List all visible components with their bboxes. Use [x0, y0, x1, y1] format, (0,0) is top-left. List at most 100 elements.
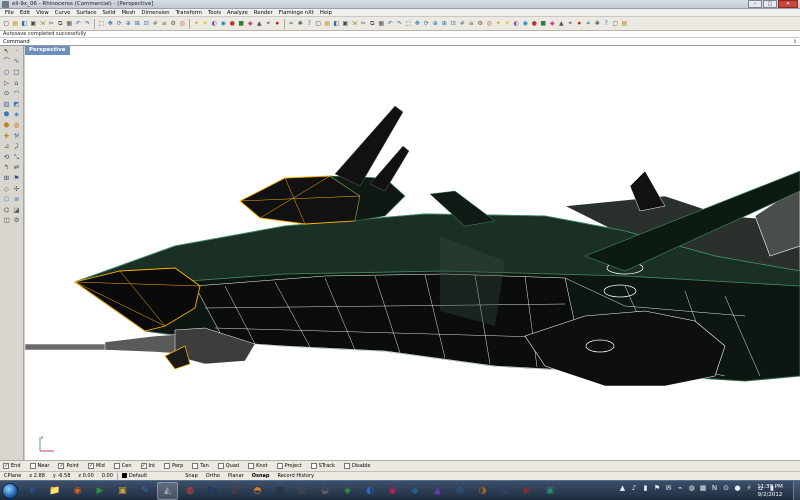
osnap-checkbox[interactable]: [164, 463, 171, 469]
tool-23-icon[interactable]: ⇄: [12, 163, 21, 172]
import-icon[interactable]: ⇲: [38, 19, 47, 28]
extra24-icon[interactable]: ◉: [521, 19, 530, 28]
tool-0-icon[interactable]: ↖: [2, 47, 11, 56]
osnap-checkbox[interactable]: [310, 463, 317, 469]
maximize-button[interactable]: □: [763, 0, 777, 8]
extra7-icon[interactable]: ⧉: [368, 19, 377, 28]
tool-33-icon[interactable]: ⚙: [12, 216, 21, 225]
taskbar-app15-icon[interactable]: ◈: [337, 482, 358, 500]
taskbar-app20-icon[interactable]: ◎: [450, 482, 471, 500]
taskbar-folder-icon[interactable]: ▣: [112, 482, 133, 500]
osnap-cen[interactable]: Cen: [113, 463, 132, 469]
cube-icon[interactable]: ■: [237, 19, 246, 28]
viewport-tab-perspective[interactable]: Perspective: [25, 46, 70, 55]
tool-18-icon[interactable]: ⊿: [2, 142, 11, 151]
tool-19-icon[interactable]: ⤸: [12, 142, 21, 151]
extra4-icon[interactable]: ▣: [341, 19, 350, 28]
taskbar-app18-icon[interactable]: ◆: [405, 482, 426, 500]
extra25-icon[interactable]: ●: [530, 19, 539, 28]
tool-30-icon[interactable]: ⌬: [2, 206, 11, 215]
save-icon[interactable]: ◧: [20, 19, 29, 28]
taskbar-app22-icon[interactable]: ▦: [495, 482, 516, 500]
extra19-icon[interactable]: ⚙: [476, 19, 485, 28]
osnap-strack[interactable]: STrack: [310, 463, 335, 469]
menu-help[interactable]: Help: [317, 10, 335, 16]
osnap-tan[interactable]: Tan: [192, 463, 209, 469]
cut-icon[interactable]: ✂: [47, 19, 56, 28]
extra20-icon[interactable]: ◎: [485, 19, 494, 28]
new-icon[interactable]: ▢: [2, 19, 11, 28]
mesh-icon[interactable]: ⌗: [287, 19, 296, 28]
menu-flamingo[interactable]: Flamingo nXt: [276, 10, 317, 16]
taskbar-app23-icon[interactable]: ▶: [517, 482, 538, 500]
extra23-icon[interactable]: ◐: [512, 19, 521, 28]
grid-icon[interactable]: #: [151, 19, 160, 28]
tool-6-icon[interactable]: ▷: [2, 79, 11, 88]
taskbar-notepad-icon[interactable]: ✎: [135, 482, 156, 500]
extra28-icon[interactable]: ▲: [557, 19, 566, 28]
extra3-icon[interactable]: ◧: [332, 19, 341, 28]
extra12-icon[interactable]: ✥: [413, 19, 422, 28]
tool-26-icon[interactable]: ◇: [2, 185, 11, 194]
tool-15-icon[interactable]: ◍: [12, 121, 21, 130]
color-icon[interactable]: ◆: [246, 19, 255, 28]
bulb-icon[interactable]: ☀: [201, 19, 210, 28]
osnap-int[interactable]: ✓ Int: [140, 463, 155, 469]
tool-2-icon[interactable]: ⌒: [2, 57, 11, 66]
material-icon[interactable]: ▲: [255, 19, 264, 28]
mode-snap[interactable]: Snap: [181, 473, 202, 479]
osnap-checkbox[interactable]: ✓: [140, 463, 147, 469]
taskbar-media-icon[interactable]: ▶: [90, 482, 111, 500]
osnap-checkbox[interactable]: ✓: [3, 463, 9, 469]
osnap-icon[interactable]: ◎: [178, 19, 187, 28]
taskbar-ie-icon[interactable]: e: [22, 482, 43, 500]
print-icon[interactable]: ▣: [29, 19, 38, 28]
rotate-icon[interactable]: ⟳: [115, 19, 124, 28]
osnap-checkbox[interactable]: [192, 463, 199, 469]
tool-25-icon[interactable]: ⚑: [12, 174, 21, 183]
tool-20-icon[interactable]: ⟲: [2, 153, 11, 162]
perspective-viewport[interactable]: Perspective z: [25, 46, 800, 460]
tool-12-icon[interactable]: ⬢: [2, 110, 11, 119]
extra2-icon[interactable]: ▤: [323, 19, 332, 28]
extra13-icon[interactable]: ⟳: [422, 19, 431, 28]
light-icon[interactable]: ✦: [192, 19, 201, 28]
osnap-checkbox[interactable]: ✓: [58, 463, 65, 469]
taskbar-app21-icon[interactable]: ◑: [472, 482, 493, 500]
mode-planar[interactable]: Planar: [224, 473, 248, 479]
tool-7-icon[interactable]: ⌂: [12, 79, 21, 88]
osnap-project[interactable]: Project: [276, 463, 302, 469]
record-icon[interactable]: ⏺: [273, 19, 282, 28]
osnap-perp[interactable]: Perp: [164, 463, 183, 469]
close-button[interactable]: ✕: [778, 0, 798, 8]
extra30-icon[interactable]: ⏺: [575, 19, 584, 28]
osnap-end[interactable]: ✓ End: [3, 463, 21, 469]
select-icon[interactable]: ⬚: [97, 19, 106, 28]
tray-icon-3[interactable]: ⚑: [653, 484, 662, 493]
tray-icon-4[interactable]: ✉: [664, 484, 673, 493]
extra10-icon[interactable]: ↷: [395, 19, 404, 28]
taskbar-app14-icon[interactable]: ◒: [315, 482, 336, 500]
extra34-icon[interactable]: ▢: [611, 19, 620, 28]
properties-icon[interactable]: ⚙: [169, 19, 178, 28]
tool-21-icon[interactable]: ⤡: [12, 153, 21, 162]
tray-icon-0[interactable]: ▲: [618, 484, 627, 493]
tool-28-icon[interactable]: ⬡: [2, 195, 11, 204]
osnap-quad[interactable]: Quad: [217, 463, 239, 469]
extra14-icon[interactable]: ⊕: [431, 19, 440, 28]
taskbar-firefox-icon[interactable]: ◉: [67, 482, 88, 500]
taskbar-explorer-icon[interactable]: 📁: [45, 482, 66, 500]
taskbar-blender-icon[interactable]: ◓: [247, 482, 268, 500]
tool-14-icon[interactable]: ⬣: [2, 121, 11, 130]
osnap-checkbox[interactable]: [343, 463, 350, 469]
menu-curve[interactable]: Curve: [52, 10, 74, 16]
extra26-icon[interactable]: ■: [539, 19, 548, 28]
tray-icon-5[interactable]: ⌁: [676, 484, 685, 493]
extra32-icon[interactable]: ✱: [593, 19, 602, 28]
mode-ortho[interactable]: Ortho: [202, 473, 224, 479]
extra18-icon[interactable]: ≡: [467, 19, 476, 28]
osnap-disable[interactable]: Disable: [343, 463, 371, 469]
shade-icon[interactable]: ◐: [210, 19, 219, 28]
extra22-icon[interactable]: ☀: [503, 19, 512, 28]
clock[interactable]: 11:39 PM 9/2/2012: [750, 483, 790, 499]
